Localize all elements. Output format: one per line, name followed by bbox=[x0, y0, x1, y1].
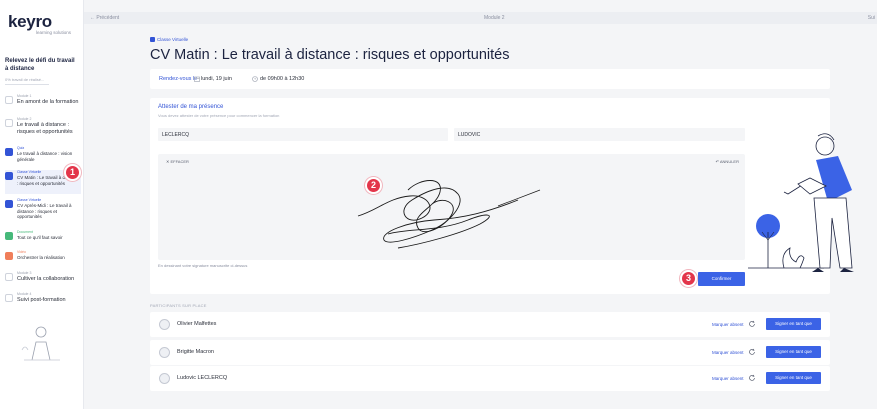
sidebar-item-category: Classe Virtuelle bbox=[17, 170, 42, 174]
sidebar-item-label: Suivi post-formation bbox=[17, 297, 66, 303]
checkbox-icon bbox=[5, 96, 13, 104]
page-title: CV Matin : Le travail à distance : risqu… bbox=[150, 47, 510, 63]
sidebar-item-document[interactable]: Document Tout ce qu'il faut savoir bbox=[5, 230, 81, 244]
sidebar-illustration bbox=[21, 326, 60, 361]
app: keyro learning solutions Relevez le défi… bbox=[0, 0, 877, 409]
activity-type-badge: Classe Virtuelle bbox=[150, 37, 188, 42]
badge-label: Classe Virtuelle bbox=[157, 37, 189, 42]
sidebar-item-label: Orchestrer la réalisation bbox=[17, 255, 65, 260]
sidebar-item-category: Quiz bbox=[17, 146, 25, 150]
checkbox-icon bbox=[5, 119, 13, 127]
signature-pad[interactable]: ✕ EFFACER ↶ ANNULER bbox=[158, 154, 745, 260]
sidebar-item-category: Vidéo bbox=[17, 250, 26, 254]
keyro-logo[interactable]: keyro bbox=[8, 12, 52, 32]
person-illustration bbox=[748, 133, 854, 272]
avatar bbox=[159, 319, 170, 330]
video-icon bbox=[5, 252, 13, 260]
virtual-class-icon bbox=[150, 37, 155, 42]
sidebar-item-label: Le travail à distance : vision générale bbox=[17, 151, 73, 162]
top-navigation-bar: ← Précédent Module 2 Sui bbox=[84, 12, 877, 24]
attest-subtitle: Vous devez attester de votre présence po… bbox=[158, 113, 280, 118]
first-name-field[interactable]: LUDOVIC bbox=[454, 128, 745, 141]
session-time: de 09h00 à 12h30 bbox=[260, 76, 305, 82]
course-progress: 0% travail de réalisé... bbox=[5, 77, 45, 82]
current-module-label: Module 2 bbox=[484, 15, 505, 21]
calendar-icon bbox=[194, 76, 200, 82]
sidebar-item-video[interactable]: Vidéo Orchestrer la réalisation bbox=[5, 250, 81, 264]
quiz-icon bbox=[5, 148, 13, 156]
participants-header: PARTICIPANTS SUR PLACE bbox=[150, 303, 207, 308]
callout-2: 2 bbox=[365, 177, 382, 194]
mark-absent-link[interactable]: Marquer absent bbox=[712, 350, 744, 355]
mark-absent-link[interactable]: Marquer absent bbox=[712, 376, 744, 381]
sidebar-item-label: Le travail à distance : risques et oppor… bbox=[17, 122, 73, 135]
sidebar-item-category: Module 3 bbox=[17, 271, 32, 275]
avatar bbox=[159, 373, 170, 384]
course-title: Relevez le défi du travail à distance bbox=[5, 58, 75, 72]
clock-icon bbox=[252, 76, 258, 82]
participant-row: Ludovic LECLERCQ Marquer absent Signer e… bbox=[150, 366, 830, 391]
sidebar-item-module-4[interactable]: Module 4 Suivi post-formation bbox=[5, 292, 81, 306]
sidebar-item-label: Tout ce qu'il faut savoir bbox=[17, 235, 63, 240]
rendez-vous-label: Rendez-vous le bbox=[159, 76, 198, 82]
sidebar-item-category: Document bbox=[17, 230, 33, 234]
progress-bar bbox=[5, 84, 49, 85]
avatar bbox=[159, 347, 170, 358]
participant-row: Olivier Malfettes Marquer absent Signer … bbox=[150, 312, 830, 337]
participant-name: Ludovic LECLERCQ bbox=[177, 375, 228, 381]
sidebar-item-cv-apres-midi[interactable]: Classe Virtuelle CV Après-Midi : Le trav… bbox=[5, 198, 81, 224]
cancel-label: ANNULER bbox=[719, 159, 739, 164]
session-date: lundi, 19 juin bbox=[201, 76, 232, 82]
sidebar-item-category: Module 4 bbox=[17, 292, 32, 296]
erase-button[interactable]: ✕ EFFACER bbox=[166, 159, 189, 164]
refresh-icon[interactable] bbox=[748, 320, 756, 328]
refresh-icon[interactable] bbox=[748, 374, 756, 382]
checkbox-icon bbox=[5, 294, 13, 302]
logo-tagline: learning solutions bbox=[36, 30, 72, 35]
attest-title: Attester de ma présence bbox=[158, 104, 224, 110]
participant-row: Brigitte Macron Marquer absent Signer en… bbox=[150, 340, 830, 365]
sign-as-button[interactable]: Signer en tant que bbox=[766, 318, 821, 330]
virtual-class-icon bbox=[5, 200, 13, 208]
participant-name: Olivier Malfettes bbox=[177, 321, 217, 327]
sidebar-item-module-3[interactable]: Module 3 Cultiver la collaboration bbox=[5, 271, 81, 285]
participant-name: Brigitte Macron bbox=[177, 349, 214, 355]
erase-label: EFFACER bbox=[170, 159, 189, 164]
next-link[interactable]: Sui bbox=[868, 15, 875, 21]
confirm-button[interactable]: Confirmer bbox=[698, 272, 745, 286]
sidebar-item-label: CV Après-Midi : Le travail à distance : … bbox=[17, 203, 72, 219]
cancel-button[interactable]: ↶ ANNULER bbox=[716, 159, 739, 164]
checkbox-icon bbox=[5, 273, 13, 281]
sidebar-item-module-1[interactable]: Module 1 En amont de la formation bbox=[5, 94, 81, 110]
sidebar-item-quiz[interactable]: Quiz Le travail à distance : vision géné… bbox=[5, 146, 81, 164]
sidebar-item-category: Module 2 bbox=[17, 117, 32, 121]
sign-as-button[interactable]: Signer en tant que bbox=[766, 346, 821, 358]
callout-1: 1 bbox=[64, 164, 81, 181]
refresh-icon[interactable] bbox=[748, 348, 756, 356]
mark-absent-link[interactable]: Marquer absent bbox=[712, 322, 744, 327]
virtual-class-icon bbox=[5, 172, 13, 180]
sign-as-button[interactable]: Signer en tant que bbox=[766, 372, 821, 384]
sidebar-item-label: En amont de la formation bbox=[17, 99, 79, 105]
callout-3: 3 bbox=[680, 270, 697, 287]
last-name-field[interactable]: LECLERCQ bbox=[158, 128, 448, 141]
sidebar-item-module-2[interactable]: Module 2 Le travail à distance : risques… bbox=[5, 117, 81, 139]
document-icon bbox=[5, 232, 13, 240]
rendez-vous-card: Rendez-vous le lundi, 19 juin de 09h00 à… bbox=[150, 69, 830, 89]
sidebar-item-category: Module 1 bbox=[17, 94, 32, 98]
signature-note: En dessinant votre signature manuscrite … bbox=[158, 263, 248, 268]
previous-link[interactable]: ← Précédent bbox=[90, 15, 119, 21]
sidebar: keyro learning solutions Relevez le défi… bbox=[0, 0, 84, 409]
sidebar-item-label: Cultiver la collaboration bbox=[17, 276, 75, 282]
sidebar-item-category: Classe Virtuelle bbox=[17, 198, 42, 202]
